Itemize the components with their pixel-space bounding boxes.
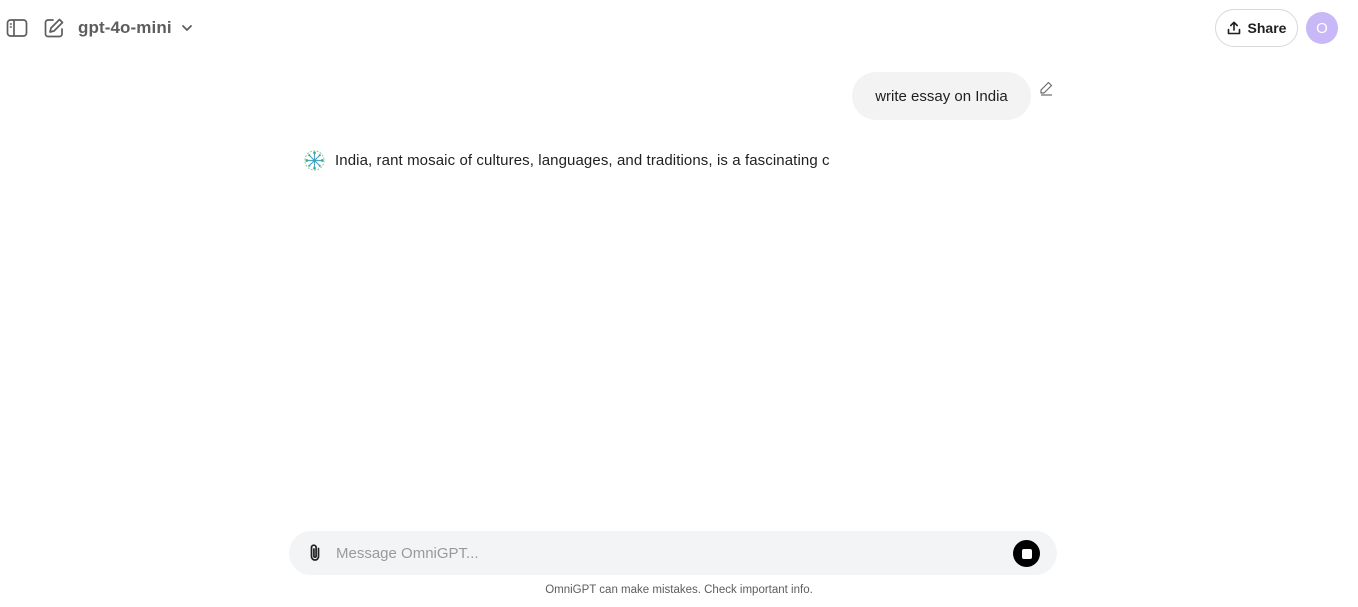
assistant-message-text: India, rant mosaic of cultures, language… <box>335 151 830 169</box>
new-chat-button[interactable] <box>41 15 67 41</box>
stop-generating-button[interactable] <box>1013 540 1040 567</box>
sidebar-toggle-icon <box>6 19 28 37</box>
top-bar: gpt-4o-mini Share O <box>0 0 1358 56</box>
edit-message-button[interactable] <box>1038 80 1056 98</box>
new-chat-icon <box>44 18 64 38</box>
model-name: gpt-4o-mini <box>78 18 172 37</box>
user-message-bubble: write essay on India <box>852 72 1031 120</box>
assistant-message: India, rant mosaic of cultures, language… <box>303 148 830 172</box>
user-message-text: write essay on India <box>875 87 1008 105</box>
pencil-icon <box>1040 81 1053 96</box>
user-avatar[interactable]: O <box>1306 12 1338 44</box>
disclaimer: OmniGPT can make mistakes. Check importa… <box>545 584 813 596</box>
attach-button[interactable] <box>304 542 326 564</box>
stop-icon <box>1021 548 1032 559</box>
message-composer <box>289 531 1057 575</box>
sidebar-toggle-button[interactable] <box>4 15 30 41</box>
share-button[interactable]: Share <box>1215 9 1298 47</box>
upload-icon <box>1227 21 1240 35</box>
share-label: Share <box>1247 20 1287 36</box>
paperclip-icon <box>310 544 320 561</box>
assistant-logo-icon <box>304 149 325 171</box>
model-selector[interactable]: gpt-4o-mini <box>78 15 194 41</box>
chevron-down-icon <box>181 25 192 31</box>
message-input[interactable] <box>336 541 996 565</box>
